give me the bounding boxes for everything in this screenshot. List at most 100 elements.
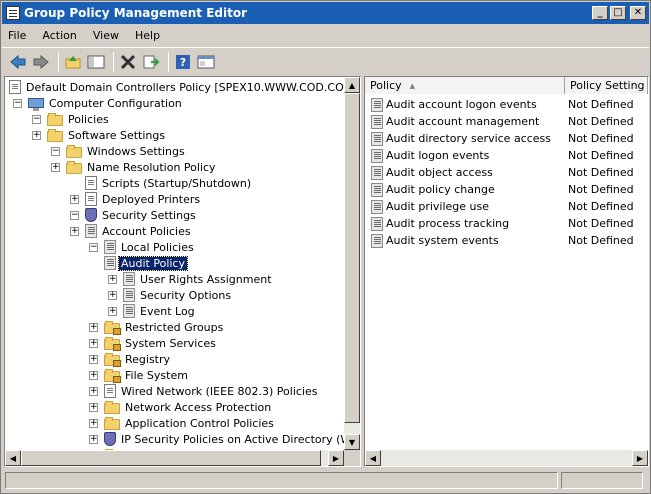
status-bar [2,469,649,492]
column-header-policy[interactable]: Policy ▲ [365,77,565,94]
menu-help[interactable]: Help [135,29,160,42]
tree-item[interactable]: Audit Policy [89,255,188,271]
title-bar[interactable]: Group Policy Management Editor _ □ ✕ [2,2,649,24]
tree-item[interactable]: + Event Log [108,303,197,319]
collapse-icon[interactable]: − [70,210,79,220]
tree-item[interactable]: + Security Options [108,287,233,303]
tree-item-label: Application Control Policies [125,416,274,430]
doc-icon [85,176,97,190]
scroll-up-button[interactable]: ▲ [344,77,360,93]
tree-item-label: Security Settings [102,208,196,222]
show-hide-tree-icon[interactable] [86,52,106,72]
list-item[interactable]: Audit policy change Not Defined [365,181,645,198]
expand-icon[interactable]: + [89,418,98,428]
back-icon[interactable] [8,52,28,72]
forward-icon[interactable] [31,52,51,72]
expand-icon[interactable]: + [89,354,98,364]
close-button[interactable]: ✕ [630,6,646,20]
list-scroll-right-button[interactable]: ▶ [632,450,648,466]
collapse-icon[interactable]: − [51,146,60,156]
collapse-icon[interactable]: − [32,114,41,124]
main-window: Group Policy Management Editor _ □ ✕ Fil… [0,0,651,494]
list-item[interactable]: Audit process tracking Not Defined [365,215,645,232]
policy-name-cell: Audit privilege use [365,199,565,214]
lockfolder-icon [104,352,121,367]
tree-item[interactable]: + Application Control Policies [89,415,276,431]
expand-icon[interactable]: + [108,290,117,300]
tree-horizontal-scrollbar[interactable]: ◀ ▶ [5,450,344,466]
export-list-icon[interactable] [141,52,161,72]
tree-item[interactable]: + File System [89,367,190,383]
list-item[interactable]: Audit privilege use Not Defined [365,198,645,215]
list-horizontal-scrollbar[interactable]: ◀ ▶ [365,450,648,466]
tree-item[interactable]: + Deployed Printers [70,191,202,207]
details-pane: Policy ▲ Policy Setting Audit account lo… [364,76,649,467]
minimize-button[interactable]: _ [592,6,608,20]
menu-action[interactable]: Action [42,29,76,42]
tree-item[interactable]: + Wired Network (IEEE 802.3) Policies [89,383,320,399]
menu-file[interactable]: File [8,29,26,42]
hscroll-thumb[interactable] [21,450,321,466]
properties-icon[interactable] [196,52,216,72]
tree-item[interactable]: − Policies [32,111,111,127]
list-item[interactable]: Audit account logon events Not Defined [365,96,645,113]
expand-icon[interactable]: + [89,322,98,332]
tree-item[interactable]: + Registry [89,351,172,367]
policy-setting-icon [371,216,383,231]
expand-icon[interactable]: + [108,306,117,316]
tree-item[interactable]: + Account Policies [70,223,193,239]
list-item[interactable]: Audit object access Not Defined [365,164,645,181]
tree-item[interactable]: Scripts (Startup/Shutdown) [70,175,253,191]
tree-item[interactable]: − Computer Configuration [13,95,184,111]
tree-item[interactable]: − Windows Settings [51,143,187,159]
expand-icon[interactable]: + [89,370,98,380]
expand-icon[interactable]: + [89,434,98,444]
scroll-left-button[interactable]: ◀ [5,450,21,466]
list-item[interactable]: Audit account management Not Defined [365,113,645,130]
tree-vertical-scrollbar[interactable]: ▲ ▼ [344,77,360,450]
menu-view[interactable]: View [93,29,119,42]
policy-icon [104,240,116,254]
collapse-icon[interactable]: − [89,242,98,252]
collapse-icon[interactable]: − [13,98,22,108]
tree-item-label: File System [125,368,188,382]
tree-item[interactable]: + Software Settings [32,127,167,143]
tree-root[interactable]: Default Domain Controllers Policy [SPEX1… [9,79,344,95]
expand-icon[interactable]: + [32,130,41,140]
tree-item[interactable]: − Security Settings [70,207,198,223]
expand-icon[interactable]: + [89,402,98,412]
list-item[interactable]: Audit logon events Not Defined [365,147,645,164]
expand-icon[interactable]: + [89,386,98,396]
up-folder-icon[interactable] [63,52,83,72]
tree-item[interactable]: + Restricted Groups [89,319,225,335]
status-cell-main [5,472,559,489]
tree-item[interactable]: + IP Security Policies on Active Director… [89,431,344,447]
tree-item-label: Windows Settings [87,144,185,158]
policy-setting-icon [371,233,383,248]
list-item[interactable]: Audit directory service access Not Define… [365,130,645,147]
maximize-button[interactable]: □ [610,6,626,20]
list-item[interactable]: Audit system events Not Defined [365,232,645,249]
policy-setting-value: Not Defined [568,98,634,111]
policy-name-cell: Audit system events [365,233,565,248]
list-scroll-left-button[interactable]: ◀ [365,450,381,466]
expand-icon[interactable]: + [89,338,98,348]
expand-icon[interactable]: + [108,274,117,284]
expand-icon[interactable]: + [51,162,60,172]
folder-icon [104,400,120,414]
expand-icon[interactable]: + [70,194,79,204]
scroll-right-button[interactable]: ▶ [328,450,344,466]
expand-icon[interactable]: + [70,226,79,236]
scroll-down-button[interactable]: ▼ [344,434,360,450]
tree-item[interactable]: + Network Access Protection [89,399,273,415]
scroll-thumb[interactable] [344,93,360,423]
policy-name: Audit directory service access [386,132,552,145]
tree-item[interactable]: − Local Policies [89,239,196,255]
folder-icon [47,112,63,126]
tree-item[interactable]: + Name Resolution Policy [51,159,218,175]
column-header-policy-setting[interactable]: Policy Setting [565,77,648,94]
delete-icon[interactable] [118,52,138,72]
tree-item[interactable]: + System Services [89,335,218,351]
tree-item[interactable]: + User Rights Assignment [108,271,274,287]
help-icon[interactable]: ? [173,52,193,72]
